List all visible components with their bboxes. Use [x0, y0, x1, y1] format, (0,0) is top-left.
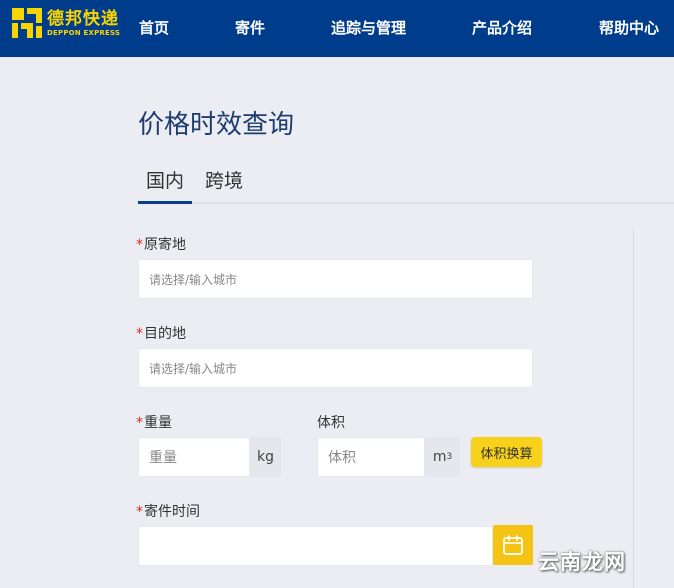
volume-label: 体积 [317, 415, 345, 431]
nav-item-help[interactable]: 帮助中心 [599, 17, 659, 38]
volume-convert-button[interactable]: 体积换算 [471, 437, 542, 467]
brand-name-en: DEPPON EXPRESS [47, 28, 121, 37]
ship-time-input[interactable] [138, 526, 493, 566]
calendar-icon [503, 535, 523, 555]
required-mark: * [136, 504, 143, 520]
calendar-button[interactable] [493, 525, 533, 565]
destination-input[interactable]: 请选择/输入城市 [138, 348, 533, 388]
top-navbar: 德邦快递 DEPPON EXPRESS 首页 寄件 追踪与管理 产品介绍 帮助中… [0, 0, 674, 57]
nav-item-home[interactable]: 首页 [139, 17, 169, 38]
tab-domestic[interactable]: 国内 [138, 166, 192, 204]
origin-input[interactable]: 请选择/输入城市 [138, 259, 533, 299]
volume-unit: m3 [425, 437, 460, 477]
volume-placeholder: 体积 [328, 450, 356, 466]
deppon-logo[interactable]: 德邦快递 DEPPON EXPRESS [12, 8, 120, 38]
destination-label: *目的地 [136, 326, 186, 342]
nav-item-products[interactable]: 产品介绍 [472, 17, 532, 38]
required-mark: * [136, 326, 143, 342]
required-mark: * [136, 415, 143, 431]
origin-label: *原寄地 [136, 237, 186, 253]
nav-item-ship[interactable]: 寄件 [235, 17, 265, 38]
weight-input[interactable]: 重量 [138, 437, 250, 477]
page-title: 价格时效查询 [138, 110, 295, 140]
weight-placeholder: 重量 [149, 450, 177, 466]
volume-input[interactable]: 体积 [317, 437, 425, 477]
deppon-logo-mark [12, 8, 42, 38]
region-tabs: 国内 跨境 [138, 164, 674, 204]
destination-placeholder: 请选择/输入城市 [149, 361, 238, 376]
tab-cross-border[interactable]: 跨境 [205, 166, 243, 193]
site-watermark: 云南龙网 [538, 550, 626, 574]
tabs-divider [138, 202, 674, 204]
nav-item-tracking[interactable]: 追踪与管理 [331, 17, 406, 38]
brand-name-cn: 德邦快递 [47, 8, 119, 29]
weight-unit: kg [250, 437, 281, 477]
origin-placeholder: 请选择/输入城市 [149, 272, 238, 287]
scrollbar-track[interactable] [633, 230, 634, 588]
required-mark: * [136, 237, 143, 253]
weight-label: *重量 [136, 415, 172, 431]
ship-time-label: *寄件时间 [136, 504, 200, 520]
